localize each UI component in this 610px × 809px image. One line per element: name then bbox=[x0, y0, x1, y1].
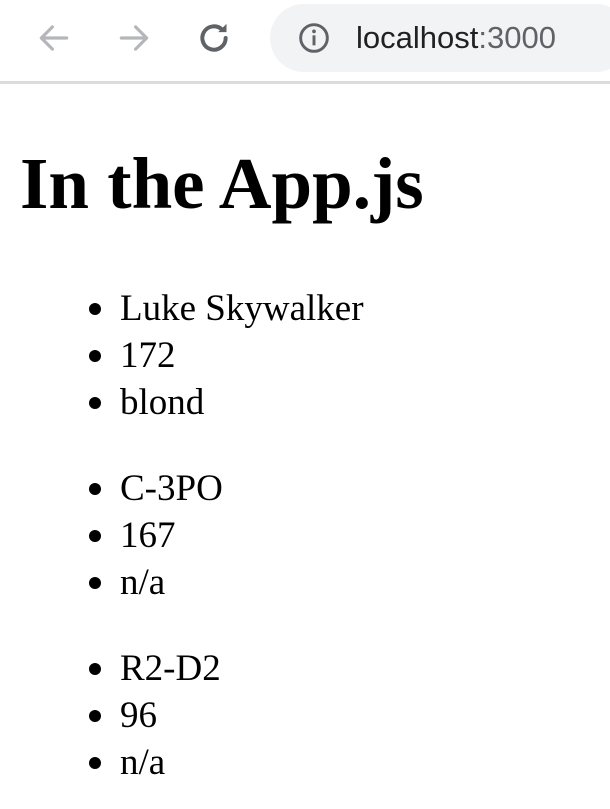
character-hair-color: n/a bbox=[0, 559, 223, 606]
character-hair-color: n/a bbox=[0, 739, 221, 786]
character-height: 96 bbox=[0, 692, 221, 739]
reload-icon bbox=[200, 23, 228, 52]
character-height: 172 bbox=[0, 332, 364, 379]
arrow-left-icon bbox=[39, 25, 69, 51]
url-port: :3000 bbox=[478, 20, 556, 55]
page-heading: In the App.js bbox=[20, 143, 424, 224]
character-name: C-3PO bbox=[0, 465, 223, 512]
character-list: C-3PO 167 n/a bbox=[0, 465, 223, 606]
character-height: 167 bbox=[0, 512, 223, 559]
arrow-right-icon bbox=[119, 25, 149, 51]
character-name: R2-D2 bbox=[0, 645, 221, 692]
address-bar[interactable]: localhost:3000 bbox=[270, 4, 610, 72]
character-name: Luke Skywalker bbox=[0, 285, 364, 332]
info-icon[interactable] bbox=[298, 22, 330, 54]
reload-button[interactable] bbox=[194, 18, 234, 58]
back-button[interactable] bbox=[34, 18, 74, 58]
forward-button[interactable] bbox=[114, 18, 154, 58]
browser-toolbar: localhost:3000 bbox=[0, 0, 610, 84]
url-host: localhost bbox=[356, 20, 479, 55]
character-list: R2-D2 96 n/a bbox=[0, 645, 221, 786]
character-hair-color: blond bbox=[0, 379, 364, 426]
url-text[interactable]: localhost:3000 bbox=[356, 19, 556, 57]
character-list: Luke Skywalker 172 blond bbox=[0, 285, 364, 426]
